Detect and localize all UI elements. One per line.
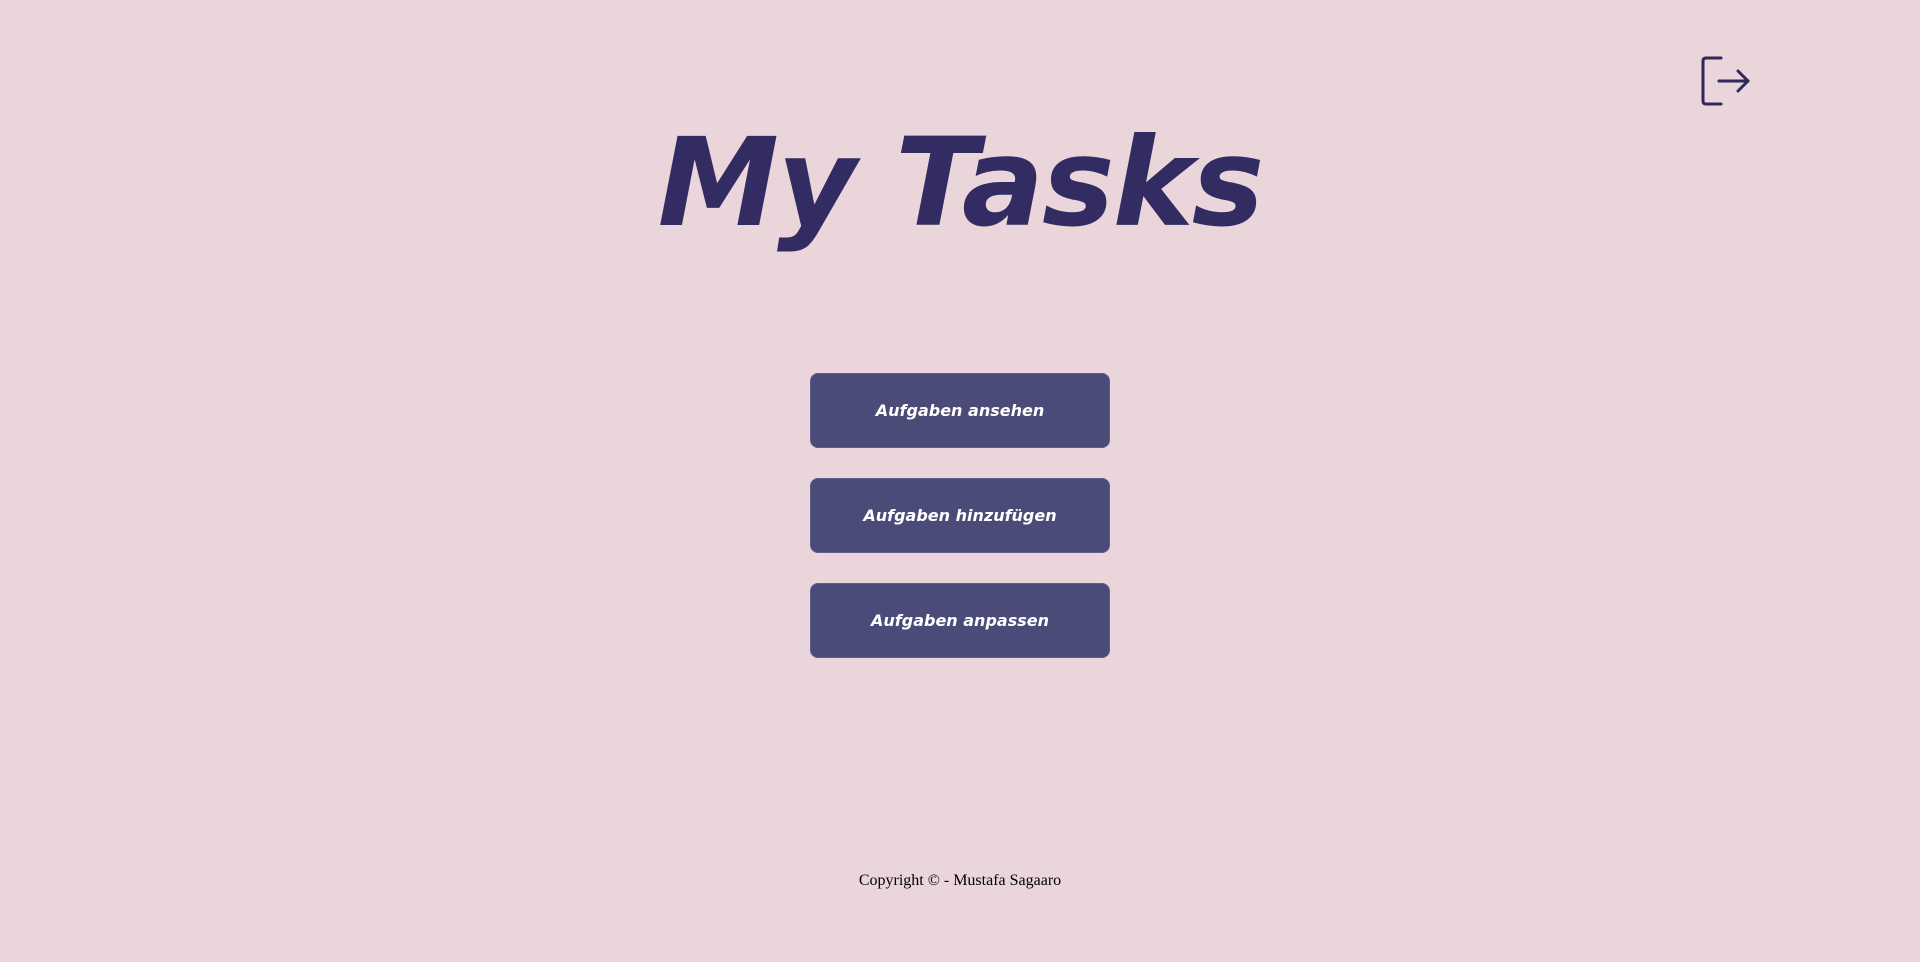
edit-tasks-button[interactable]: Aufgaben anpassen (810, 583, 1110, 658)
logout-button[interactable] (1699, 55, 1751, 107)
logout-icon (1701, 56, 1750, 106)
task-menu: Aufgaben ansehen Aufgaben hinzufügen Auf… (810, 373, 1110, 688)
view-tasks-button[interactable]: Aufgaben ansehen (810, 373, 1110, 448)
page-title: My Tasks (657, 112, 1265, 254)
add-tasks-button[interactable]: Aufgaben hinzufügen (810, 478, 1110, 553)
copyright-footer: Copyright © - Mustafa Sagaaro (858, 872, 1062, 889)
